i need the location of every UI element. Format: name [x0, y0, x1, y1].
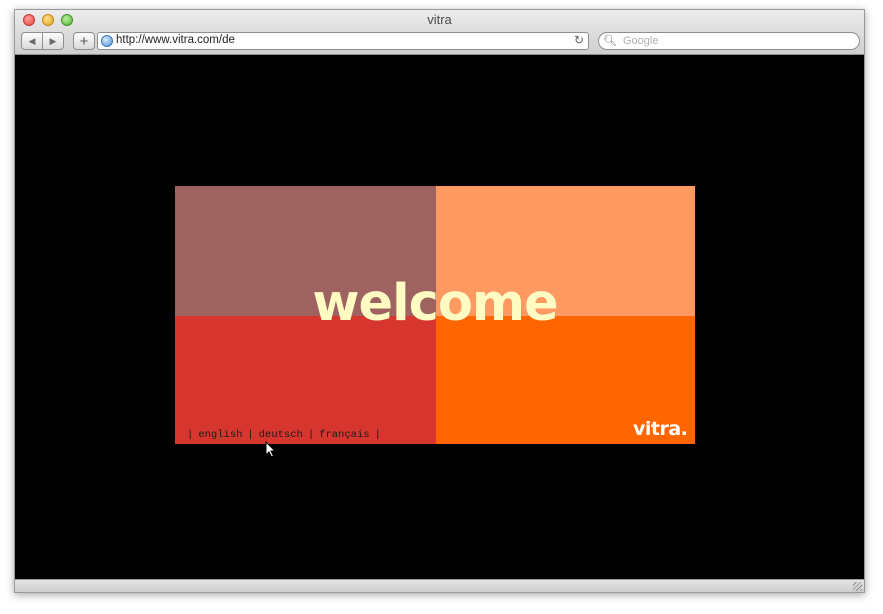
- forward-arrow-icon: ▶: [49, 35, 57, 46]
- separator: |: [187, 429, 194, 441]
- language-link-deutsch[interactable]: deutsch: [259, 429, 303, 441]
- search-field[interactable]: 🔍︎ Google: [598, 32, 860, 50]
- back-arrow-icon: ◀: [28, 35, 36, 46]
- search-placeholder: Google: [623, 35, 659, 47]
- globe-icon: [101, 35, 113, 47]
- magnifier-icon[interactable]: 🔍︎: [603, 34, 617, 47]
- back-button[interactable]: ◀: [21, 32, 43, 50]
- page-content: welcome | english | deutsch | français |…: [15, 55, 864, 579]
- separator: |: [247, 429, 254, 441]
- separator: |: [307, 429, 315, 441]
- window-title: vitra: [427, 12, 452, 27]
- language-selector: | english | deutsch | français |: [182, 429, 386, 441]
- add-bookmark-button[interactable]: +: [73, 32, 95, 50]
- separator: |: [374, 429, 381, 441]
- vitra-logo[interactable]: vitra.: [633, 418, 688, 440]
- browser-window: vitra ◀ ▶ + http://www.vitra.com/de ↻ 🔍︎…: [14, 9, 865, 593]
- welcome-splash: welcome | english | deutsch | français |…: [175, 186, 695, 444]
- language-link-francais[interactable]: français: [319, 429, 369, 441]
- mouse-pointer-icon: [265, 441, 277, 458]
- welcome-headline: welcome: [312, 274, 558, 333]
- reload-icon[interactable]: ↻: [574, 33, 584, 47]
- language-link-english[interactable]: english: [198, 429, 242, 441]
- address-bar[interactable]: http://www.vitra.com/de ↻: [97, 32, 589, 50]
- resize-grip-icon[interactable]: [853, 582, 862, 591]
- forward-button[interactable]: ▶: [42, 32, 64, 50]
- color-block-bottom-left: [175, 316, 436, 444]
- plus-icon: +: [79, 32, 89, 50]
- status-bar: [15, 579, 864, 592]
- title-bar: vitra ◀ ▶ + http://www.vitra.com/de ↻ 🔍︎…: [15, 10, 864, 55]
- url-text[interactable]: http://www.vitra.com/de: [116, 34, 235, 46]
